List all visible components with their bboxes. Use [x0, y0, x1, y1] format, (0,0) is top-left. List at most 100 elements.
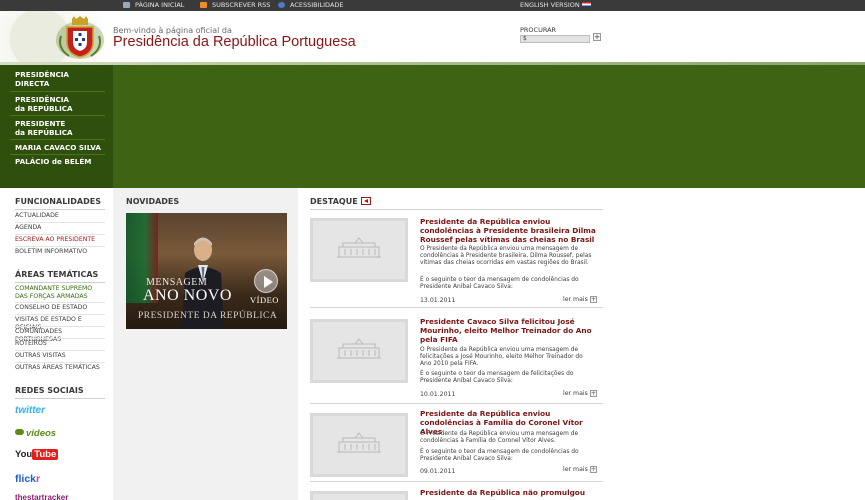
- areas-tematicas-heading: ÁREAS TEMÁTICAS: [15, 270, 99, 279]
- article-summary: O Presidente da República enviou uma men…: [420, 431, 579, 444]
- palace-placeholder-icon: [337, 237, 381, 258]
- article-summary-2: É o seguinte o teor da mensagem de felic…: [420, 371, 574, 384]
- destaque-heading: DESTAQUE: [310, 197, 371, 206]
- play-icon[interactable]: [254, 269, 278, 293]
- read-more-link[interactable]: ler mais +: [563, 466, 597, 473]
- read-more-label: ler mais: [563, 466, 588, 473]
- rss-icon: [200, 2, 207, 8]
- video-icon: [15, 429, 24, 435]
- youtube-logo-tube: Tube: [32, 449, 59, 460]
- home-link[interactable]: PÁGINA INICIAL: [123, 0, 184, 11]
- nav-label-line1: PALÁCIO de BELÉM: [15, 157, 92, 166]
- item-divider: [15, 302, 105, 303]
- top-utility-bar: PÁGINA INICIAL SUBSCREVER RSS ACESSIBILI…: [0, 0, 865, 11]
- sidebar-item-outras-visitas[interactable]: OUTRAS VISITAS: [15, 352, 107, 360]
- item-divider: [15, 362, 105, 363]
- nav-divider: [10, 115, 105, 116]
- nav-presidencia-directa[interactable]: PRESIDÊNCIA DIRECTA: [15, 70, 105, 88]
- startracker-link[interactable]: thestartracker: [15, 493, 68, 500]
- plus-icon: +: [589, 296, 597, 303]
- item-divider: [15, 314, 105, 315]
- nav-presidente-republica[interactable]: PRESIDENTE da REPÚBLICA: [15, 119, 105, 137]
- item-divider: [15, 222, 105, 223]
- nav-divider: [10, 91, 105, 92]
- coat-of-arms-logo[interactable]: [55, 16, 105, 60]
- play-back-icon[interactable]: [360, 197, 371, 205]
- article-date: 10.01.2011: [420, 391, 456, 398]
- palace-placeholder-icon: [337, 432, 381, 453]
- english-version-label: ENGLISH VERSION: [520, 1, 580, 9]
- nav-label-line2: DIRECTA: [15, 79, 50, 88]
- sidebar-item-outras-areas[interactable]: OUTRAS ÁREAS TEMÁTICAS: [15, 364, 107, 372]
- accessibility-icon: [278, 2, 285, 8]
- promo-line3: PRESIDENTE DA REPÚBLICA: [138, 311, 278, 321]
- nav-label-line1: PRESIDÊNCIA: [15, 95, 69, 104]
- read-more-label: ler mais: [563, 296, 588, 303]
- nav-presidencia-republica[interactable]: PRESIDÊNCIA da REPÚBLICA: [15, 95, 105, 113]
- article-divider: [310, 403, 603, 404]
- rss-link-label: SUBSCREVER RSS: [212, 1, 271, 9]
- new-year-message-video[interactable]: MENSAGEM ANO NOVO PRESIDENTE DA REPÚBLIC…: [126, 213, 287, 329]
- item-divider: [15, 234, 105, 235]
- article-date: 13.01.2011: [420, 297, 456, 304]
- article-thumbnail[interactable]: [310, 218, 408, 282]
- sidebar-item-comandante-supremo[interactable]: COMANDANTE SUPREMO DAS FORÇAS ARMADAS: [15, 285, 95, 301]
- read-more-link[interactable]: ler mais +: [563, 390, 597, 397]
- article-title[interactable]: Presidente da República enviou condolênc…: [420, 217, 602, 244]
- plus-icon: +: [589, 390, 597, 397]
- sidebar-item-agenda[interactable]: AGENDA: [15, 224, 107, 232]
- article-summary-2: É o seguinte o teor da mensagem de condo…: [420, 449, 579, 462]
- accessibility-link-label: ACESSIBILIDADE: [290, 1, 344, 9]
- flickr-link[interactable]: flickr: [15, 473, 40, 485]
- videos-link[interactable]: videos: [15, 428, 56, 439]
- nav-divider: [10, 154, 105, 155]
- novidades-heading: NOVIDADES: [126, 197, 180, 206]
- read-more-link[interactable]: ler mais +: [563, 296, 597, 303]
- sidebar-item-conselho-estado[interactable]: CONSELHO DE ESTADO: [15, 304, 107, 312]
- sidebar-item-actualidade[interactable]: ACTUALIDADE: [15, 212, 107, 220]
- palace-placeholder-icon: [337, 338, 381, 359]
- item-divider: [15, 338, 105, 339]
- search-button[interactable]: +: [593, 33, 601, 41]
- nav-label-line1: MARIA CAVACO SILVA: [15, 143, 101, 152]
- article-date: 09.01.2011: [420, 468, 456, 475]
- search-input[interactable]: $: [520, 35, 590, 43]
- twitter-logo: twitter: [15, 405, 45, 416]
- nav-palacio-belem[interactable]: PALÁCIO de BELÉM: [15, 157, 105, 166]
- article-summary-2: É o seguinte o teor da mensagem de condo…: [420, 277, 579, 290]
- youtube-link[interactable]: You Tube: [15, 449, 59, 460]
- redes-sociais-heading: REDES SOCIAIS: [15, 386, 84, 395]
- site-title[interactable]: Presidência da República Portuguesa: [113, 34, 356, 50]
- home-icon: [123, 2, 130, 8]
- home-link-label: PÁGINA INICIAL: [135, 1, 185, 9]
- sidebar-item-escreva-presidente[interactable]: ESCREVA AO PRESIDENTE: [15, 236, 107, 244]
- article-title[interactable]: Presidente da República não promulgou: [420, 488, 602, 497]
- search-label: PROCURAR: [520, 26, 557, 34]
- article-title[interactable]: Presidente Cavaco Silva felicitou José M…: [420, 317, 602, 344]
- twitter-link[interactable]: twitter: [15, 405, 45, 416]
- nav-maria-cavaco-silva[interactable]: MARIA CAVACO SILVA: [15, 143, 105, 152]
- item-divider: [15, 350, 105, 351]
- nav-divider: [10, 139, 105, 140]
- startracker-logo: thestartracker: [15, 493, 69, 500]
- nav-label-line2: da REPÚBLICA: [15, 104, 73, 113]
- sidebar-item-roteiros[interactable]: ROTEIROS: [15, 340, 107, 348]
- banner-gradient-strip: [0, 62, 865, 65]
- article-thumbnail[interactable]: [310, 319, 408, 383]
- funcionalidades-heading: FUNCIONALIDADES: [15, 197, 101, 206]
- banner-nav-panel: PRESIDÊNCIA DIRECTA PRESIDÊNCIA da REPÚBLI…: [0, 65, 113, 188]
- accessibility-link[interactable]: ACESSIBILIDADE: [278, 0, 344, 11]
- sidebar-item-boletim[interactable]: BOLETIM INFORMATIVO: [15, 248, 107, 256]
- site-header: Bem-vindo à página oficial da Presidênci…: [0, 11, 865, 62]
- youtube-logo-you: You: [15, 449, 33, 460]
- videos-logo: videos: [26, 428, 57, 439]
- section-divider: [310, 209, 603, 210]
- article-thumbnail[interactable]: [310, 413, 408, 477]
- item-divider: [15, 246, 105, 247]
- promo-line2: ANO NOVO: [143, 287, 232, 304]
- article-summary: O Presidente da República enviou uma men…: [420, 246, 592, 266]
- article-thumbnail[interactable]: [310, 491, 408, 500]
- item-divider: [15, 326, 105, 327]
- rss-link[interactable]: SUBSCREVER RSS: [200, 0, 270, 11]
- english-version-link[interactable]: ENGLISH VERSION: [520, 0, 591, 11]
